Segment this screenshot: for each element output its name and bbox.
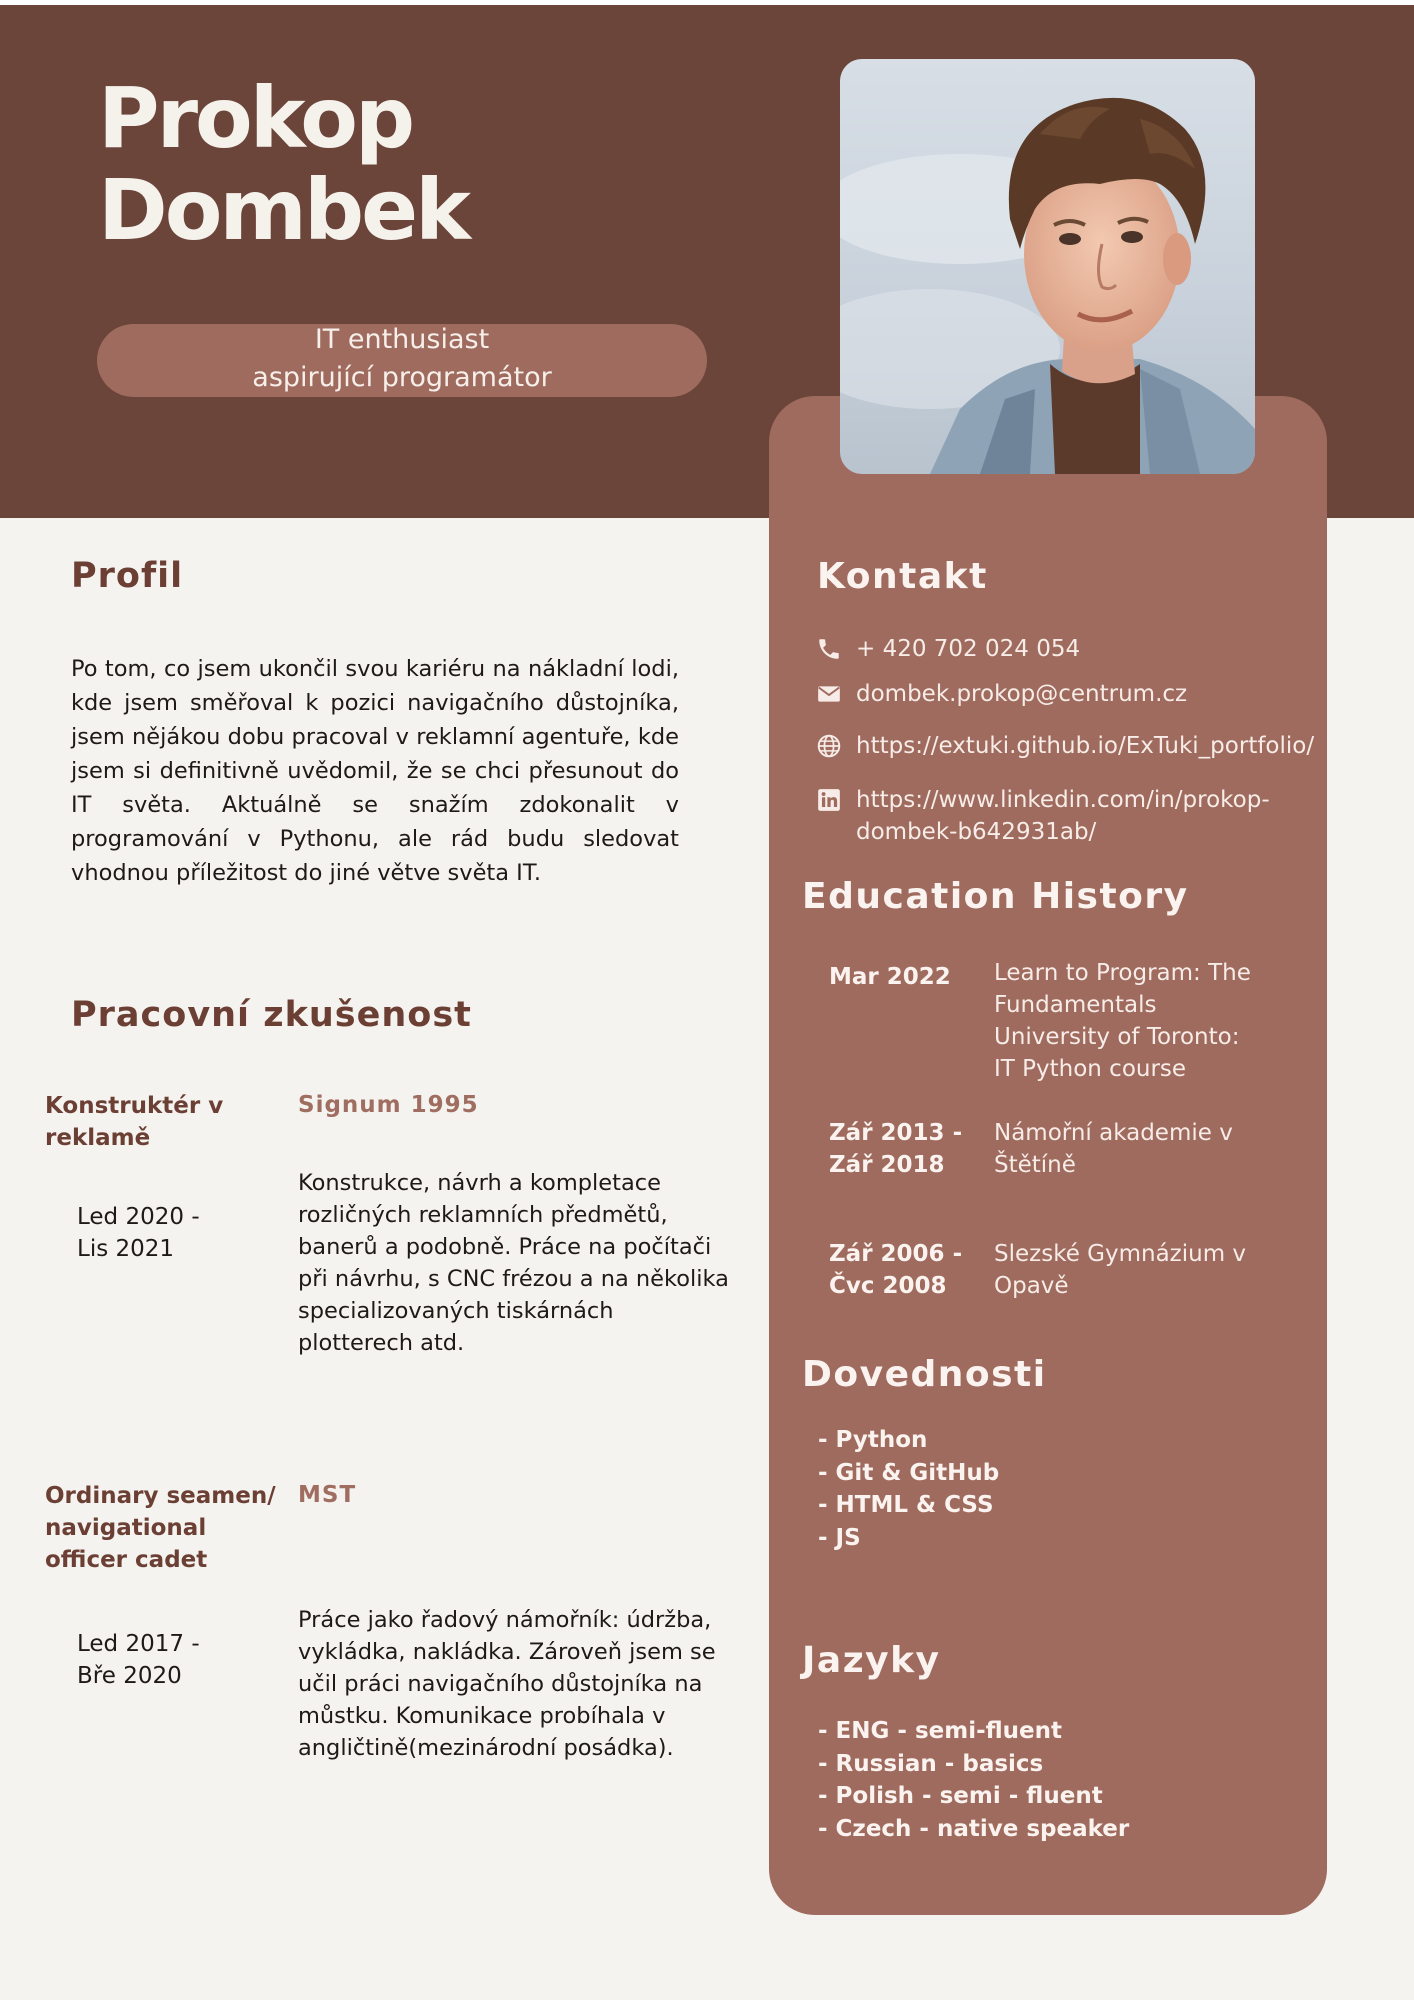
globe-icon bbox=[816, 733, 842, 759]
education-description: Slezské Gymnázium v Opavě bbox=[994, 1238, 1254, 1302]
job-dates-start: Led 2020 - bbox=[77, 1204, 200, 1230]
education-line: Námořní akademie v Štětíně bbox=[994, 1120, 1233, 1178]
job-role: Konstruktér v reklamě bbox=[45, 1093, 224, 1151]
job-dates: Led 2017 - Bře 2020 bbox=[77, 1628, 247, 1692]
job-dates: Led 2020 - Lis 2021 bbox=[77, 1201, 247, 1265]
education-date: Mar 2022 bbox=[829, 961, 979, 993]
education-description: Learn to Program: The Fundamentals Unive… bbox=[994, 957, 1294, 1085]
linkedin-url-line-1: https://www.linkedin.com/in/prokop- bbox=[856, 787, 1270, 813]
person-name: Prokop Dombek bbox=[98, 69, 471, 259]
education-date: Zář 2013 - Zář 2018 bbox=[829, 1117, 979, 1181]
language-item: - Polish - semi - fluent bbox=[818, 1783, 1103, 1809]
profile-text: Po tom, co jsem ukončil svou kariéru na … bbox=[71, 656, 679, 886]
profile-photo bbox=[840, 59, 1255, 474]
education-description: Námořní akademie v Štětíně bbox=[994, 1117, 1254, 1181]
tagline-line-2: aspirující programátor bbox=[252, 362, 552, 393]
education-line: Learn to Program: The Fundamentals bbox=[994, 960, 1251, 1018]
skill-item: - Python bbox=[818, 1427, 928, 1453]
contact-phone[interactable]: + 420 702 024 054 bbox=[816, 633, 1080, 665]
languages-list: - ENG - semi-fluent - Russian - basics -… bbox=[818, 1715, 1129, 1845]
education-date-start: Zář 2006 - bbox=[829, 1241, 963, 1267]
education-date: Zář 2006 - Čvc 2008 bbox=[829, 1238, 979, 1302]
skill-item: - JS bbox=[818, 1524, 861, 1551]
profile-heading: Profil bbox=[71, 556, 184, 596]
job-company: Signum 1995 bbox=[298, 1092, 479, 1118]
language-item: - ENG - semi-fluent bbox=[818, 1718, 1063, 1744]
linkedin-url-line-2: dombek-b642931ab/ bbox=[856, 819, 1097, 845]
website-url: https://extuki.github.io/ExTuki_portfoli… bbox=[856, 733, 1315, 759]
job-description: Práce jako řadový námořník: údržba, vykl… bbox=[298, 1607, 716, 1761]
job-dates-end: Bře 2020 bbox=[77, 1663, 182, 1689]
linkedin-icon bbox=[816, 787, 842, 813]
email-icon bbox=[816, 681, 842, 707]
phone-number: + 420 702 024 054 bbox=[856, 636, 1081, 662]
contact-heading: Kontakt bbox=[817, 556, 988, 597]
education-date-end: Zář 2018 bbox=[829, 1152, 945, 1178]
education-date-start: Mar 2022 bbox=[829, 964, 951, 990]
job-company: MST bbox=[298, 1482, 357, 1508]
languages-heading: Jazyky bbox=[802, 1640, 941, 1681]
education-line: Slezské Gymnázium v Opavě bbox=[994, 1241, 1247, 1299]
language-item: - Russian - basics bbox=[818, 1750, 1044, 1777]
tagline-line-1: IT enthusiast bbox=[314, 324, 490, 355]
education-heading: Education History bbox=[802, 876, 1189, 917]
skills-heading: Dovednosti bbox=[802, 1354, 1047, 1395]
education-date-end: Čvc 2008 bbox=[829, 1273, 947, 1299]
job-role: Ordinary seamen/ navigational officer ca… bbox=[45, 1483, 276, 1573]
phone-icon bbox=[816, 636, 842, 662]
job-dates-start: Led 2017 - bbox=[77, 1631, 200, 1657]
email-address: dombek.prokop@centrum.cz bbox=[856, 681, 1188, 707]
tagline-pill: IT enthusiast aspirující programátor bbox=[97, 324, 707, 397]
skills-list: - Python - Git & GitHub - HTML & CSS - J… bbox=[818, 1424, 999, 1554]
job-dates-end: Lis 2021 bbox=[77, 1236, 175, 1262]
linkedin-url: https://www.linkedin.com/in/prokop- domb… bbox=[856, 784, 1270, 848]
skill-item: - HTML & CSS bbox=[818, 1492, 994, 1518]
contact-website[interactable]: https://extuki.github.io/ExTuki_portfoli… bbox=[816, 730, 1314, 762]
work-experience-heading: Pracovní zkušenost bbox=[71, 995, 472, 1035]
contact-email[interactable]: dombek.prokop@centrum.cz bbox=[816, 678, 1187, 710]
contact-linkedin[interactable]: https://www.linkedin.com/in/prokop- domb… bbox=[816, 784, 1270, 848]
skill-item: - Git & GitHub bbox=[818, 1459, 1000, 1486]
education-date-start: Zář 2013 - bbox=[829, 1120, 963, 1146]
education-line: University of Toronto: bbox=[994, 1024, 1240, 1050]
education-line: IT Python course bbox=[994, 1056, 1187, 1082]
job-description: Konstrukce, návrh a kompletace rozličnýc… bbox=[298, 1170, 729, 1356]
last-name: Dombek bbox=[98, 161, 471, 259]
first-name: Prokop bbox=[98, 69, 415, 167]
language-item: - Czech - native speaker bbox=[818, 1815, 1130, 1842]
